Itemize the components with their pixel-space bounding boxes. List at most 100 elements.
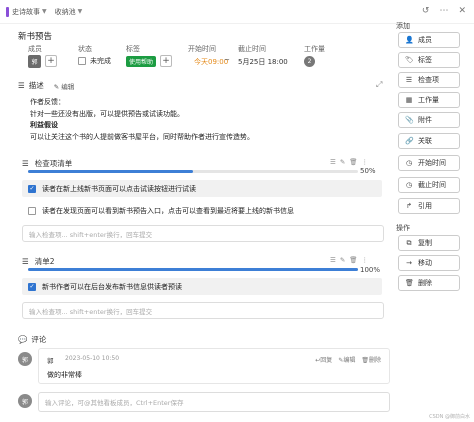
edit-label: 编辑 bbox=[61, 82, 75, 91]
card-title[interactable]: 新书预告 bbox=[18, 30, 52, 42]
share-icon: ↱ bbox=[406, 202, 412, 210]
comments-heading: 评论 bbox=[31, 335, 47, 344]
edit-description-link[interactable]: ✎ 编辑 bbox=[54, 81, 75, 91]
breadcrumb-list-label: 收纳池 bbox=[54, 7, 76, 16]
sort-icon[interactable]: ☰ bbox=[330, 158, 336, 166]
add-member-button[interactable]: + bbox=[45, 55, 57, 67]
window-controls: ↺ ⋯ ✕ bbox=[422, 6, 466, 16]
button-label: 关联 bbox=[418, 137, 432, 145]
add-relation-button[interactable]: 🔗 关联 bbox=[398, 133, 460, 149]
avatar: 郭 bbox=[18, 352, 32, 366]
delete-comment-button[interactable]: 🗑删除 bbox=[361, 355, 381, 364]
close-icon[interactable]: ✕ bbox=[458, 6, 466, 16]
checklist-progress-fill bbox=[28, 268, 358, 271]
add-workload-button[interactable]: ▦ 工作量 bbox=[398, 92, 460, 108]
add-checklist-button[interactable]: ☰ 检查项 bbox=[398, 72, 460, 88]
button-label: 检查项 bbox=[418, 76, 439, 84]
checklist-title[interactable]: 检查项清单 bbox=[35, 158, 73, 169]
meta-labels: 成员 状态 标签 开始时间 截止时间 工作量 bbox=[26, 44, 356, 54]
checklist-title[interactable]: 清单2 bbox=[35, 256, 55, 267]
checklist-header: ☰ 清单2 bbox=[22, 256, 55, 267]
checkbox-checked[interactable]: ✓ bbox=[28, 282, 36, 291]
delete-button[interactable]: 🗑 删除 bbox=[398, 275, 460, 291]
more-icon[interactable]: ⋯ bbox=[439, 6, 448, 16]
edit-icon[interactable]: ✎ bbox=[340, 158, 345, 166]
reply-label: 回复 bbox=[320, 357, 333, 364]
edit-label: 编辑 bbox=[343, 357, 356, 364]
checklist-tools: ☰ ✎ 🗑 ⋮ bbox=[330, 158, 368, 166]
avatar: 郭 bbox=[18, 394, 32, 408]
checklist-icon: ☰ bbox=[22, 257, 29, 266]
meta-values: 郭 + 未完成 使用帮助 + 今天09:00 ~ 5月25日 18:00 2 bbox=[26, 55, 366, 69]
copy-button[interactable]: ⧉ 复制 bbox=[398, 235, 460, 251]
link-icon: 🔗 bbox=[405, 137, 414, 145]
button-label: 删除 bbox=[418, 279, 432, 287]
comment-input[interactable]: 输入评论，可@其他看板成员，Ctrl+Enter保存 bbox=[38, 392, 390, 412]
status-toggle[interactable]: 未完成 bbox=[78, 56, 111, 66]
status-label: 状态 bbox=[78, 45, 92, 53]
tag-badge[interactable]: 使用帮助 bbox=[126, 56, 157, 67]
add-tag-button[interactable]: 🏷 标签 bbox=[398, 52, 460, 68]
breadcrumb-board[interactable]: 史诗故事 ▼ bbox=[6, 6, 47, 17]
add-attachment-button[interactable]: 📎 附件 bbox=[398, 112, 460, 128]
grid-icon: ▦ bbox=[405, 96, 413, 104]
button-label: 复制 bbox=[418, 239, 432, 247]
comments-header: 💬 评论 bbox=[18, 334, 46, 345]
description-body[interactable]: 作者反馈： 针对一些还没有出版，可以提供预告或试读功能。 利益假设 可以让关注这… bbox=[30, 97, 350, 143]
history-icon[interactable]: ↺ bbox=[422, 6, 430, 16]
status-checkbox[interactable] bbox=[78, 57, 86, 65]
trash-icon[interactable]: 🗑 bbox=[349, 158, 357, 166]
add-heading: 添加 bbox=[396, 22, 410, 30]
checkbox-unchecked[interactable] bbox=[28, 206, 36, 215]
checklist-icon: ☰ bbox=[22, 159, 29, 168]
checklist-progress-fill bbox=[28, 170, 193, 173]
checklist-item-text: 新书作者可以在后台发布新书信息供读者预读 bbox=[42, 282, 182, 291]
checklist-item[interactable]: ✓ 新书作者可以在后台发布新书信息供读者预读 bbox=[22, 278, 382, 295]
comment-icon: 💬 bbox=[18, 335, 28, 344]
more-icon[interactable]: ⋮ bbox=[362, 158, 369, 166]
description-header: ☰ 描述 ✎ 编辑 bbox=[18, 80, 74, 91]
move-button[interactable]: → 移动 bbox=[398, 255, 460, 271]
checklist-item[interactable]: ✓ 读者在新上线新书页面可以点击试读按钮进行试读 bbox=[22, 180, 382, 197]
add-checklist-item-input[interactable]: 输入检查项... shift+enter换行，回车提交 bbox=[22, 225, 384, 242]
add-checklist-item-input[interactable]: 输入检查项... shift+enter换行，回车提交 bbox=[22, 302, 384, 319]
workload-badge[interactable]: 2 bbox=[304, 56, 315, 67]
tags-label: 标签 bbox=[126, 45, 140, 53]
avatar[interactable]: 郭 bbox=[28, 55, 41, 68]
trash-icon[interactable]: 🗑 bbox=[349, 256, 357, 264]
trash-icon: 🗑 bbox=[361, 357, 369, 364]
add-end-time-button[interactable]: ◷ 截止时间 bbox=[398, 177, 460, 193]
description-heading: 描述 bbox=[28, 81, 44, 90]
button-label: 移动 bbox=[418, 259, 432, 267]
end-date[interactable]: 5月25日 18:00 bbox=[238, 57, 288, 67]
watermark: CSDN @御前白水 bbox=[429, 414, 470, 420]
expand-icon[interactable]: ⤢ bbox=[376, 80, 382, 90]
clock-icon: ◷ bbox=[405, 181, 413, 189]
checklist-item[interactable]: 读者在发现页面可以看到新书预告入口，点击可以查看到最近将要上线的新书信息 bbox=[22, 202, 382, 219]
button-label: 工作量 bbox=[418, 96, 439, 104]
edit-comment-button[interactable]: ✎编辑 bbox=[338, 355, 355, 364]
checkbox-checked[interactable]: ✓ bbox=[28, 184, 36, 193]
sort-icon[interactable]: ☰ bbox=[330, 256, 336, 264]
reply-button[interactable]: ↩回复 bbox=[315, 355, 332, 364]
breadcrumb-list[interactable]: 收纳池 ▼ bbox=[55, 7, 83, 17]
clock-icon: ◷ bbox=[405, 159, 413, 167]
more-icon[interactable]: ⋮ bbox=[362, 256, 369, 264]
start-time-label: 开始时间 bbox=[188, 45, 216, 53]
button-label: 引用 bbox=[418, 202, 432, 210]
status-value: 未完成 bbox=[90, 57, 111, 65]
pencil-icon: ✎ bbox=[53, 82, 60, 91]
add-member-button[interactable]: 👤 成员 bbox=[398, 32, 460, 48]
description-line: 针对一些还没有出版，可以提供预告或试读功能。 bbox=[30, 109, 184, 118]
checklist-progress-bar bbox=[28, 170, 358, 173]
workload-label: 工作量 bbox=[304, 45, 325, 53]
breadcrumb-board-label: 史诗故事 bbox=[12, 7, 40, 16]
add-reference-button[interactable]: ↱ 引用 bbox=[398, 198, 460, 214]
button-label: 开始时间 bbox=[418, 159, 446, 167]
comment-actions: ↩回复 ✎编辑 🗑删除 bbox=[315, 355, 381, 364]
edit-icon[interactable]: ✎ bbox=[340, 256, 345, 264]
add-start-time-button[interactable]: ◷ 开始时间 bbox=[398, 155, 460, 171]
add-tag-button[interactable]: + bbox=[160, 55, 172, 67]
delete-label: 删除 bbox=[368, 357, 381, 364]
paperclip-icon: 📎 bbox=[405, 116, 414, 124]
